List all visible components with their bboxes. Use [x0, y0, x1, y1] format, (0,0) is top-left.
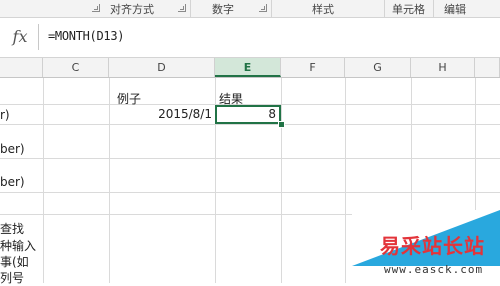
ribbon-divider [384, 0, 385, 17]
ribbon-group-alignment: 对齐方式 [110, 3, 154, 16]
left-cell-fragment: 事(如 [0, 255, 29, 269]
left-cell-fragment: 查找 [0, 222, 25, 236]
column-header-e[interactable]: E [215, 58, 281, 77]
number-launcher-icon[interactable] [259, 4, 267, 12]
column-header-c[interactable]: C [43, 58, 109, 77]
left-cell-fragment: 列号 [0, 271, 25, 285]
left-cell-fragment: ber) [0, 175, 25, 189]
column-header-next[interactable] [475, 58, 500, 77]
formula-bar-divider [38, 24, 39, 50]
watermark-title: 易采站长站 [380, 234, 485, 258]
column-header-g[interactable]: G [345, 58, 411, 77]
cell-d-value[interactable]: 2015/8/1 [109, 107, 212, 121]
cell-e-value[interactable]: 8 [217, 107, 276, 121]
ribbon-group-cells: 单元格 [392, 3, 425, 16]
left-cell-fragment: ber) [0, 142, 25, 156]
cell-d-label[interactable]: 例子 [117, 90, 141, 107]
column-header-h[interactable]: H [411, 58, 475, 77]
ribbon-divider [433, 0, 434, 17]
column-header-f[interactable]: F [281, 58, 345, 77]
ribbon-group-styles: 样式 [312, 3, 334, 16]
left-cell-fragment: r) [0, 108, 10, 122]
alignment-launcher-icon[interactable] [178, 4, 186, 12]
left-cell-fragment: 种输入 [0, 239, 37, 253]
insert-function-icon[interactable]: fx [9, 26, 31, 48]
ribbon-group-editing: 编辑 [444, 3, 466, 16]
ribbon-group-number: 数字 [212, 3, 234, 16]
watermark-url: www.easck.com [384, 263, 484, 276]
fill-handle[interactable] [278, 121, 285, 128]
column-headers: C D E F G H [0, 58, 500, 78]
ribbon-divider [271, 0, 272, 17]
ribbon-group-labels: 对齐方式 数字 样式 单元格 编辑 [0, 0, 500, 18]
dialog-launcher-icon[interactable] [92, 4, 100, 12]
column-header-partial[interactable] [0, 58, 43, 77]
formula-input[interactable]: =MONTH(D13) [48, 29, 124, 43]
ribbon-divider [190, 0, 191, 17]
column-header-d[interactable]: D [109, 58, 215, 77]
formula-bar: fx =MONTH(D13) [0, 18, 500, 58]
